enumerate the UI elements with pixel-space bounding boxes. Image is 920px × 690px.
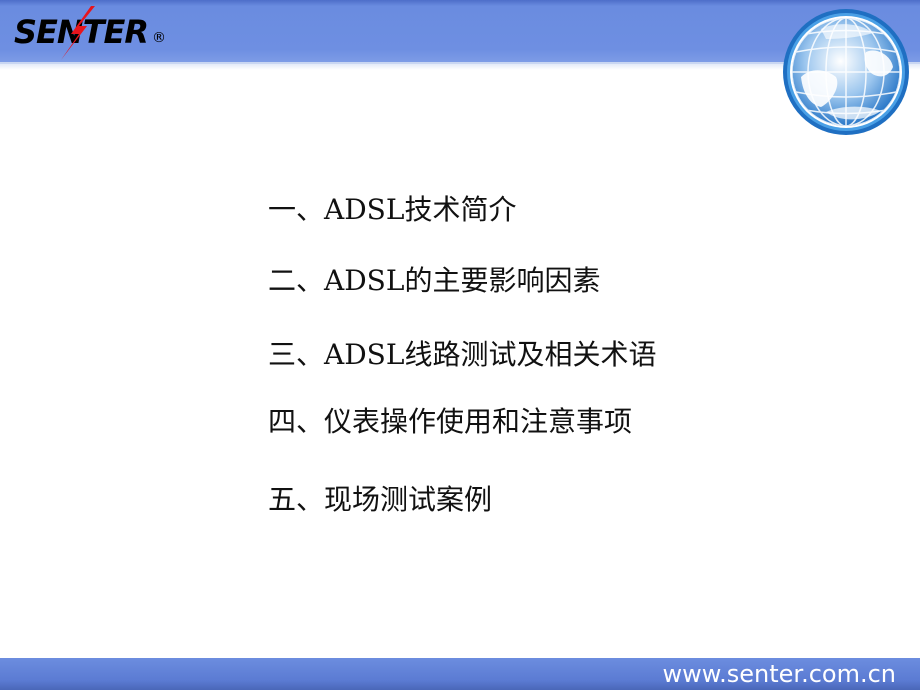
footer-band: www.senter.com.cn bbox=[0, 658, 920, 690]
lightning-bolt-icon bbox=[61, 6, 95, 60]
agenda-item: 五、现场测试案例 bbox=[268, 483, 493, 516]
agenda-item: 二、ADSL的主要影响因素 bbox=[268, 264, 601, 297]
agenda-item: 一、ADSL技术简介 bbox=[268, 193, 517, 226]
agenda-item: 三、ADSL线路测试及相关术语 bbox=[268, 338, 657, 371]
globe-icon bbox=[783, 9, 909, 135]
registered-mark: ® bbox=[152, 30, 167, 46]
agenda-item: 四、仪表操作使用和注意事项 bbox=[268, 405, 633, 438]
website-url: www.senter.com.cn bbox=[662, 660, 896, 688]
